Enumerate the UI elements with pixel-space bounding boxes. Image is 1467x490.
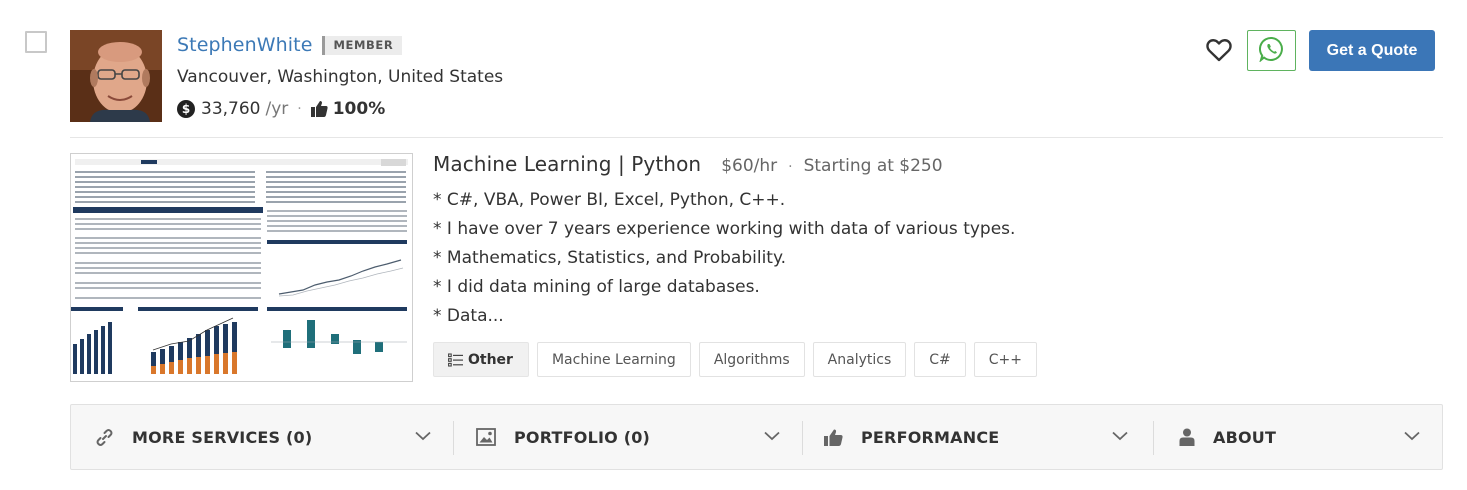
- about-label: ABOUT: [1213, 427, 1277, 447]
- more-services-label: MORE SERVICES (0): [132, 427, 313, 447]
- stats-separator: ·: [297, 101, 302, 117]
- freelancer-name-link[interactable]: StephenWhite: [177, 34, 312, 56]
- chevron-down-icon: [1404, 431, 1420, 441]
- tag-cpp[interactable]: C++: [973, 342, 1038, 377]
- section-divider: [453, 421, 454, 455]
- tag-algorithms[interactable]: Algorithms: [698, 342, 805, 377]
- tag-csharp[interactable]: C#: [914, 342, 966, 377]
- link-icon: [95, 428, 114, 447]
- service-thumbnail[interactable]: [70, 153, 413, 382]
- description-line: * Data...: [433, 306, 504, 326]
- get-a-quote-button[interactable]: Get a Quote: [1309, 30, 1435, 71]
- service-description: * C#, VBA, Power BI, Excel, Python, C++.…: [433, 186, 1015, 331]
- category-label: Other: [468, 351, 513, 368]
- select-checkbox[interactable]: [25, 31, 47, 53]
- tag-machine-learning[interactable]: Machine Learning: [536, 342, 691, 377]
- list-icon: [448, 352, 464, 367]
- performance-label: PERFORMANCE: [861, 427, 1000, 447]
- freelancer-location: Vancouver, Washington, United States: [177, 67, 504, 87]
- avatar[interactable]: [70, 30, 162, 122]
- about-section[interactable]: ABOUT: [1179, 405, 1429, 469]
- freelancer-stats: $ 33,760 /yr · 100%: [177, 99, 385, 119]
- earnings-value: 33,760: [201, 99, 261, 119]
- chevron-down-icon: [764, 431, 780, 441]
- header-divider: [70, 137, 1443, 138]
- whatsapp-button[interactable]: [1247, 30, 1296, 71]
- description-line: * I have over 7 years experience working…: [433, 219, 1016, 239]
- hourly-rate: $60/hr: [721, 156, 778, 176]
- member-badge: MEMBER: [322, 35, 403, 55]
- description-line: * I did data mining of large databases.: [433, 277, 760, 297]
- heart-icon[interactable]: [1205, 37, 1233, 65]
- section-divider: [802, 421, 803, 455]
- earnings-unit: /yr: [265, 99, 289, 119]
- header-actions: Get a Quote: [1205, 30, 1435, 71]
- portfolio-section[interactable]: PORTFOLIO (0): [476, 405, 781, 469]
- tag-analytics[interactable]: Analytics: [812, 342, 907, 377]
- thumbs-up-icon: [824, 429, 843, 446]
- user-icon: [1179, 428, 1195, 446]
- thumbs-up-icon: [310, 101, 328, 117]
- description-line: * C#, VBA, Power BI, Excel, Python, C++.: [433, 190, 786, 210]
- whatsapp-icon: [1258, 36, 1285, 66]
- profile-sections-bar: MORE SERVICES (0) PORTFOLIO (0) PERFORMA…: [70, 404, 1443, 470]
- starting-price: Starting at $250: [803, 156, 943, 176]
- name-row: StephenWhite MEMBER: [177, 34, 403, 56]
- dollar-icon: $: [177, 100, 195, 118]
- portfolio-label: PORTFOLIO (0): [514, 427, 651, 447]
- description-line: * Mathematics, Statistics, and Probabili…: [433, 248, 787, 268]
- image-icon: [476, 428, 496, 446]
- rate-separator: ·: [788, 159, 793, 175]
- chevron-down-icon: [1112, 431, 1128, 441]
- category-tag[interactable]: Other: [433, 342, 529, 377]
- skill-tags: Other Machine Learning Algorithms Analyt…: [433, 342, 1045, 377]
- performance-section[interactable]: PERFORMANCE: [824, 405, 1129, 469]
- more-services-section[interactable]: MORE SERVICES (0): [95, 405, 435, 469]
- rating-value: 100%: [332, 99, 386, 119]
- chevron-down-icon: [415, 431, 431, 441]
- section-divider: [1153, 421, 1154, 455]
- service-title-row: Machine Learning | Python $60/hr · Start…: [433, 152, 943, 176]
- service-title[interactable]: Machine Learning | Python: [433, 152, 701, 176]
